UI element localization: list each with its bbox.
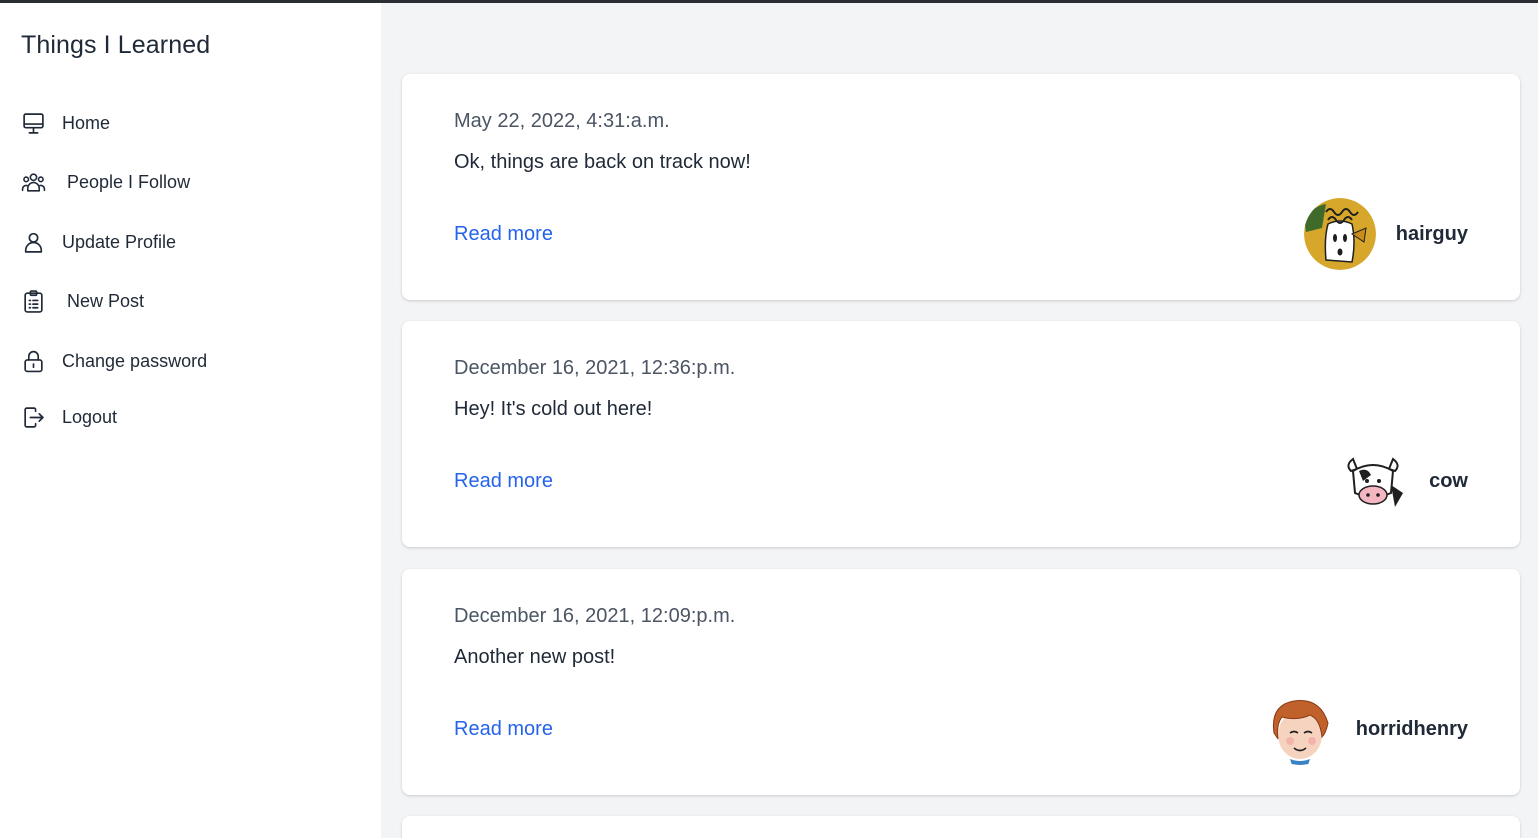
sidebar-item-update-profile[interactable]: Update Profile bbox=[21, 228, 176, 256]
sidebar-item-label: Logout bbox=[62, 406, 118, 427]
horridhenry-avatar bbox=[1263, 693, 1336, 765]
post-feed: May 22, 2022, 4:31:a.m. Ok, things are b… bbox=[381, 3, 1538, 838]
post-author[interactable]: horridhenry bbox=[1263, 693, 1468, 765]
post-title: Another new post! bbox=[454, 646, 616, 668]
post-date: December 16, 2021, 12:36:p.m. bbox=[454, 357, 736, 379]
sidebar-item-home[interactable]: Home bbox=[21, 109, 110, 137]
monitor-icon bbox=[21, 109, 49, 137]
author-name: horridhenry bbox=[1355, 717, 1468, 740]
post-title: Ok, things are back on track now! bbox=[454, 151, 751, 173]
cow-avatar bbox=[1337, 445, 1410, 517]
sidebar-item-new-post[interactable]: New Post bbox=[21, 287, 144, 315]
read-more-link[interactable]: Read more bbox=[454, 718, 553, 741]
hairguy-avatar bbox=[1303, 198, 1376, 270]
sidebar-item-label: People I Follow bbox=[67, 171, 191, 192]
post-date: December 16, 2021, 12:09:p.m. bbox=[454, 605, 736, 627]
clipboard-icon bbox=[21, 287, 49, 315]
lock-icon bbox=[21, 347, 49, 375]
sidebar-item-label: Change password bbox=[62, 350, 208, 371]
read-more-link[interactable]: Read more bbox=[454, 223, 553, 246]
post-author[interactable]: cow bbox=[1337, 445, 1468, 517]
post-card: December 16, 2021, 12:36:p.m. Hey! It's … bbox=[402, 321, 1520, 547]
post-card: May 22, 2022, 4:31:a.m. Ok, things are b… bbox=[402, 74, 1520, 300]
user-icon bbox=[21, 228, 49, 256]
post-date: May 22, 2022, 4:31:a.m. bbox=[454, 110, 670, 132]
sidebar-item-people-i-follow[interactable]: People I Follow bbox=[21, 168, 190, 196]
logout-icon bbox=[21, 403, 49, 431]
users-icon bbox=[21, 168, 49, 196]
author-name: hairguy bbox=[1395, 222, 1468, 245]
post-card bbox=[402, 816, 1520, 838]
author-name: cow bbox=[1429, 469, 1468, 492]
sidebar-item-change-password[interactable]: Change password bbox=[21, 347, 207, 375]
sidebar: Things I Learned Home People I Follow Up… bbox=[0, 3, 381, 838]
read-more-link[interactable]: Read more bbox=[454, 470, 553, 493]
sidebar-item-label: New Post bbox=[67, 290, 145, 311]
post-card: December 16, 2021, 12:09:p.m. Another ne… bbox=[402, 569, 1520, 795]
post-title: Hey! It's cold out here! bbox=[454, 398, 653, 420]
sidebar-item-label: Update Profile bbox=[62, 231, 177, 252]
app-title: Things I Learned bbox=[21, 31, 211, 59]
sidebar-item-label: Home bbox=[62, 112, 111, 133]
sidebar-item-logout[interactable]: Logout bbox=[21, 403, 117, 431]
post-author[interactable]: hairguy bbox=[1303, 198, 1468, 270]
